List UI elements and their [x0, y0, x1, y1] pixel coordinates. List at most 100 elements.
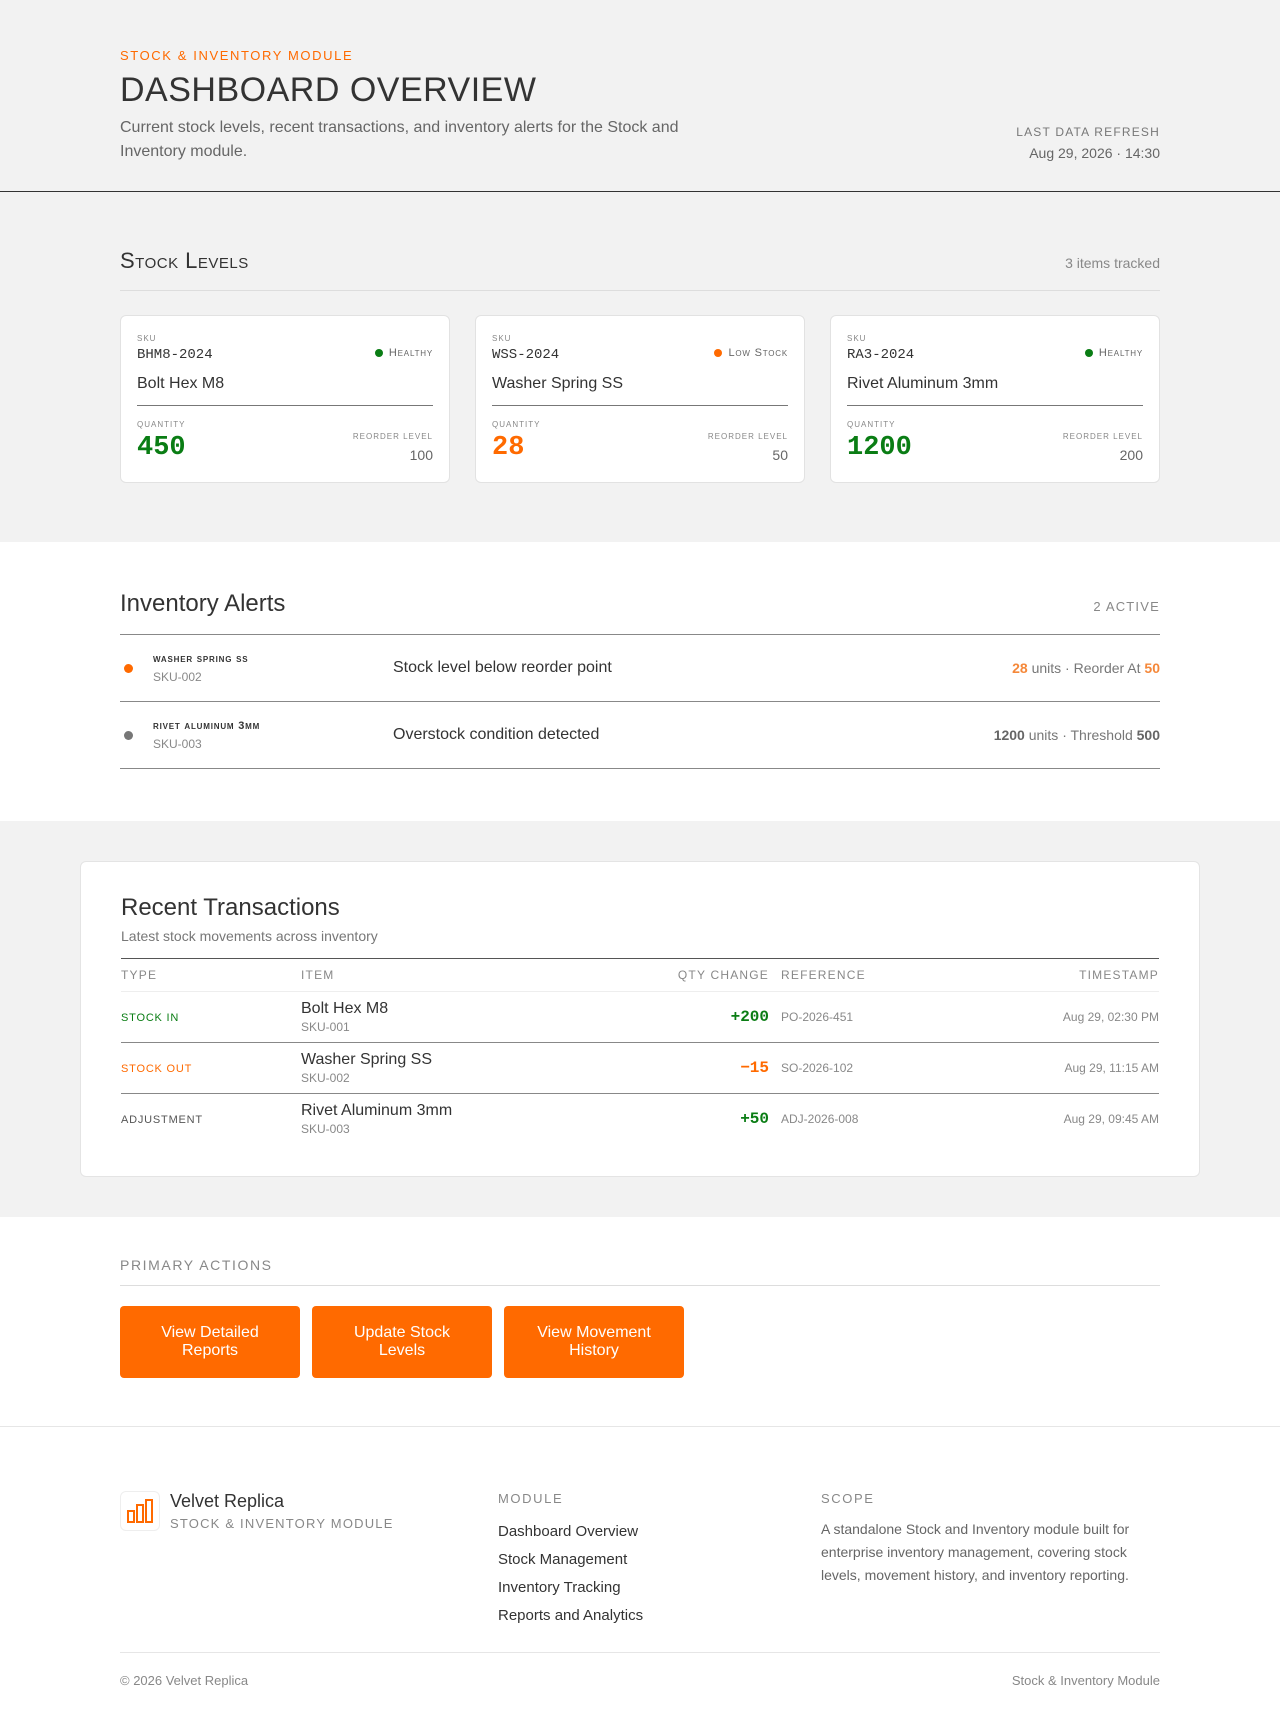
footer-bottom: © 2026 Velvet Replica Stock & Inventory … — [120, 1652, 1160, 1688]
alert-row[interactable]: Rivet Aluminum 3mm SKU-003 Overstock con… — [120, 702, 1160, 769]
footer-link-inventory-tracking[interactable]: Inventory Tracking — [498, 1574, 821, 1602]
transaction-item-sku: SKU-001 — [301, 1020, 350, 1034]
alert-metric: 1200 units · Threshold 500 — [994, 727, 1160, 743]
footer-module-column: MODULE Dashboard Overview Stock Manageme… — [498, 1491, 821, 1630]
inventory-alerts-section: Inventory Alerts 2 ACTIVE Washer Spring … — [0, 542, 1280, 821]
status-badge: Low Stock — [714, 342, 788, 363]
footer-module-name: Stock & Inventory Module — [1011, 1673, 1160, 1688]
transaction-reference: ADJ-2026-008 — [781, 1112, 859, 1127]
reorder-level-label: REORDER LEVEL — [352, 432, 433, 441]
bar-chart-icon — [120, 1491, 160, 1531]
active-alerts-count: 2 ACTIVE — [1093, 599, 1160, 614]
alert-item-name: Washer Spring SS — [153, 652, 249, 665]
stock-levels-section: Stock Levels 3 items tracked SKU BHM8-20… — [0, 192, 1280, 542]
transaction-timestamp: Aug 29, 09:45 AM — [1063, 1112, 1159, 1127]
sku-code: BHM8-2024 — [137, 347, 213, 363]
page-title: DASHBOARD OVERVIEW — [120, 71, 537, 109]
alert-limit: 500 — [1136, 727, 1160, 743]
transaction-item-name: Washer Spring SS — [301, 1051, 433, 1068]
view-movement-history-button[interactable]: View Movement History — [504, 1306, 684, 1378]
transaction-item-sku: SKU-002 — [301, 1071, 350, 1085]
item-name: Rivet Aluminum 3mm — [847, 375, 1143, 406]
items-tracked-count: 3 items tracked — [1065, 255, 1160, 271]
last-refresh: LAST DATA REFRESH Aug 29, 2026 · 14:30 — [1016, 125, 1160, 161]
last-refresh-label: LAST DATA REFRESH — [1016, 125, 1160, 139]
stock-cards: SKU BHM8-2024 Healthy Bolt Hex M8 QUANTI… — [120, 315, 1160, 483]
alerts-title: Inventory Alerts — [120, 590, 286, 617]
stock-card[interactable]: SKU RA3-2024 Healthy Rivet Aluminum 3mm … — [830, 315, 1160, 483]
module-eyebrow: STOCK & INVENTORY MODULE — [120, 48, 354, 63]
status-badge: Healthy — [1084, 342, 1143, 363]
table-header-row: TYPE ITEM QTY CHANGE REFERENCE TIMESTAMP — [121, 958, 1159, 992]
column-header-qty-change: QTY CHANGE — [601, 958, 781, 992]
transaction-reference: SO-2026-102 — [781, 1061, 854, 1075]
status-badge: Healthy — [374, 342, 433, 363]
page-header: STOCK & INVENTORY MODULE DASHBOARD OVERV… — [0, 0, 1280, 192]
table-row[interactable]: ADJUSTMENT Rivet Aluminum 3mm SKU-003 +50… — [121, 1094, 1159, 1145]
sku-code: WSS-2024 — [492, 347, 560, 363]
transaction-timestamp: Aug 29, 02:30 PM — [1062, 1010, 1159, 1024]
table-row[interactable]: STOCK OUT Washer Spring SS SKU-002 −15 SO… — [121, 1042, 1159, 1094]
reorder-level-label: REORDER LEVEL — [1062, 432, 1143, 441]
transaction-item-name: Bolt Hex M8 — [301, 1000, 389, 1017]
alert-units-text: units · Reorder At — [1027, 660, 1145, 676]
alert-message: Overstock condition detected — [393, 726, 600, 743]
stock-levels-header: Stock Levels 3 items tracked — [120, 248, 1160, 291]
footer-link-reports-analytics[interactable]: Reports and Analytics — [498, 1602, 821, 1630]
sku-label: SKU — [492, 334, 512, 343]
status-label: Low Stock — [728, 346, 788, 359]
action-buttons: View Detailed Reports Update Stock Level… — [120, 1306, 1160, 1378]
quantity-value: 28 — [492, 433, 525, 463]
quantity-label: QUANTITY — [137, 420, 186, 429]
stock-card[interactable]: SKU WSS-2024 Low Stock Washer Spring SS … — [475, 315, 805, 483]
alert-item-sku: SKU-002 — [153, 669, 202, 684]
status-dot-icon — [714, 348, 723, 357]
transaction-type: ADJUSTMENT — [121, 1114, 203, 1127]
status-dot-icon — [374, 348, 383, 357]
sku-label: SKU — [137, 334, 157, 343]
reorder-level-label: REORDER LEVEL — [707, 432, 788, 441]
column-header-timestamp: TIMESTAMP — [941, 958, 1159, 992]
primary-actions-section: PRIMARY ACTIONS View Detailed Reports Up… — [0, 1217, 1280, 1427]
transaction-type: STOCK OUT — [121, 1063, 193, 1075]
footer-link-stock-management[interactable]: Stock Management — [498, 1546, 821, 1574]
footer-brand: Velvet Replica STOCK & INVENTORY MODULE — [120, 1491, 498, 1630]
alert-limit: 50 — [1144, 660, 1160, 676]
item-name: Bolt Hex M8 — [137, 375, 433, 406]
footer-link-dashboard-overview[interactable]: Dashboard Overview — [498, 1518, 821, 1546]
item-name: Washer Spring SS — [492, 375, 788, 406]
transaction-item-name: Rivet Aluminum 3mm — [301, 1102, 453, 1120]
transaction-timestamp: Aug 29, 11:15 AM — [1064, 1061, 1159, 1075]
alert-units-text: units · Threshold — [1024, 727, 1137, 743]
recent-transactions-section: Recent Transactions Latest stock movemen… — [0, 821, 1280, 1217]
transaction-qty-change: +200 — [730, 1008, 769, 1026]
table-row[interactable]: STOCK IN Bolt Hex M8 SKU-001 +200 PO-2026… — [121, 991, 1159, 1043]
sku-code: RA3-2024 — [847, 347, 915, 363]
column-header-reference: REFERENCE — [781, 958, 941, 992]
quantity-label: QUANTITY — [847, 420, 896, 429]
alert-dot-icon — [124, 663, 133, 673]
scope-text: A standalone Stock and Inventory module … — [821, 1521, 1130, 1583]
alert-row[interactable]: Washer Spring SS SKU-002 Stock level bel… — [120, 635, 1160, 702]
stock-levels-title: Stock Levels — [120, 248, 249, 273]
transactions-subtitle: Latest stock movements across inventory — [121, 928, 378, 944]
transaction-type: STOCK IN — [121, 1012, 180, 1024]
stock-card[interactable]: SKU BHM8-2024 Healthy Bolt Hex M8 QUANTI… — [120, 315, 450, 483]
update-stock-levels-button[interactable]: Update Stock Levels — [312, 1306, 492, 1378]
status-dot-icon — [1084, 348, 1093, 357]
alerts-header: Inventory Alerts 2 ACTIVE — [120, 590, 1160, 635]
column-header-item: ITEM — [301, 958, 601, 992]
footer-scope-column: SCOPE A standalone Stock and Inventory m… — [821, 1491, 1160, 1630]
status-label: Healthy — [1098, 346, 1143, 359]
reorder-level-value: 100 — [409, 447, 433, 463]
transactions-title: Recent Transactions — [121, 894, 340, 921]
alert-message: Stock level below reorder point — [393, 659, 612, 676]
alert-item-name: Rivet Aluminum 3mm — [153, 719, 261, 732]
transaction-item-sku: SKU-003 — [301, 1122, 350, 1137]
transaction-reference: PO-2026-451 — [781, 1010, 854, 1024]
quantity-value: 450 — [137, 433, 186, 463]
quantity-value: 1200 — [847, 433, 912, 463]
primary-actions-label: PRIMARY ACTIONS — [120, 1257, 1160, 1286]
scope-heading: SCOPE — [821, 1491, 875, 1506]
view-detailed-reports-button[interactable]: View Detailed Reports — [120, 1306, 300, 1378]
